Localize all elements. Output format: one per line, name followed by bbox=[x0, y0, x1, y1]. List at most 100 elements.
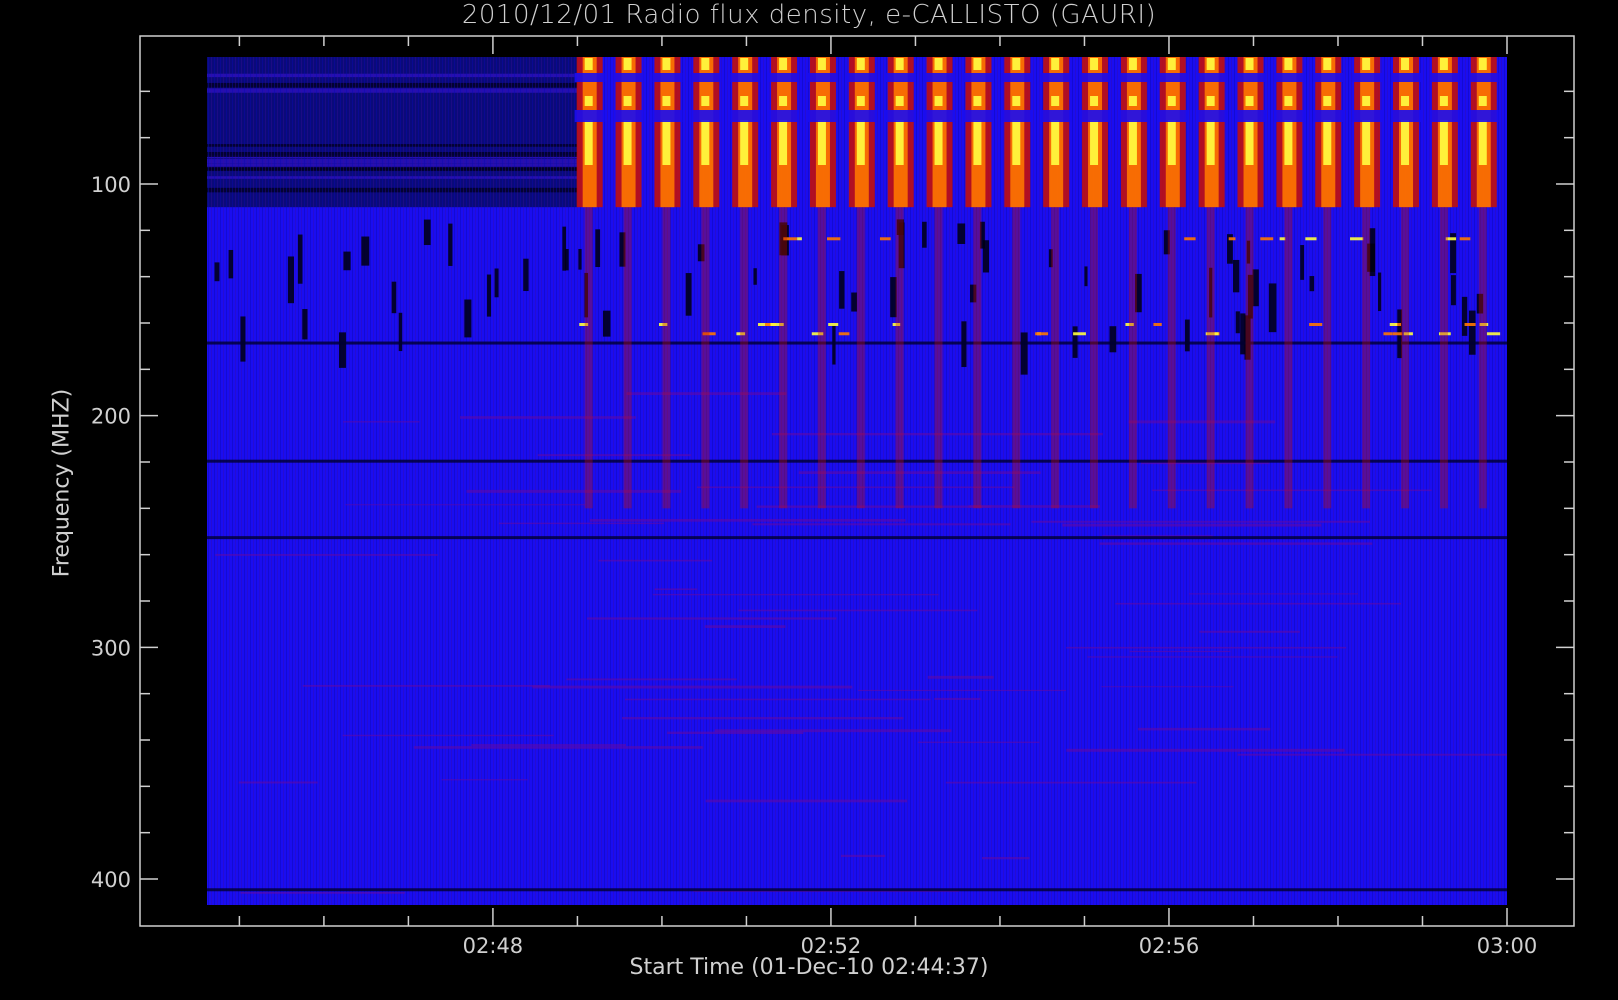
background-streak bbox=[1138, 727, 1271, 731]
background-streak bbox=[1199, 630, 1300, 633]
burst-peak bbox=[934, 58, 943, 70]
burst-peak bbox=[1245, 120, 1254, 165]
burst-gap bbox=[1274, 73, 1305, 82]
burst-gap bbox=[769, 73, 800, 82]
background-streak bbox=[471, 744, 626, 746]
y-axis-label: Frequency (MHZ) bbox=[49, 388, 75, 578]
burst-gap bbox=[924, 73, 955, 82]
background-streak bbox=[342, 734, 554, 737]
burst-gap bbox=[1313, 73, 1344, 82]
burst-gap bbox=[1041, 73, 1072, 82]
rfi-dark-mark bbox=[361, 236, 370, 266]
burst-gap bbox=[1080, 110, 1111, 122]
plot-svg: 02:48 02:52 02:56 03:00100200300400 bbox=[91, 35, 1575, 958]
rfi-dark-mark bbox=[1235, 311, 1240, 334]
burst-gap bbox=[1002, 73, 1033, 82]
rfi-dark-mark bbox=[753, 268, 757, 285]
burst-peak bbox=[1167, 120, 1176, 165]
burst-gap bbox=[885, 110, 916, 122]
rfi-dark-mark bbox=[922, 221, 927, 248]
burst-gap bbox=[1468, 110, 1499, 122]
burst-trail bbox=[1323, 207, 1332, 509]
burst-gap bbox=[1002, 110, 1033, 122]
rfi-dark-mark bbox=[464, 299, 472, 338]
burst-gap bbox=[1157, 110, 1188, 122]
rfi-dark-mark bbox=[486, 274, 492, 317]
rfi-dark-mark bbox=[1268, 283, 1277, 333]
burst-gap bbox=[924, 110, 955, 122]
rfi-dark-mark bbox=[287, 256, 294, 304]
burst-gap bbox=[691, 73, 722, 82]
rfi-dark-mark bbox=[1109, 326, 1117, 353]
burst-gap bbox=[963, 73, 994, 82]
y-tick-label: 100 bbox=[91, 173, 131, 197]
burst-trail bbox=[973, 207, 982, 509]
burst-gap bbox=[1080, 73, 1111, 82]
rfi-dark-mark bbox=[1461, 296, 1468, 336]
rfi-dark-mark bbox=[240, 316, 246, 362]
rfi-bright-spot bbox=[879, 237, 891, 241]
burst-peak bbox=[779, 58, 788, 70]
rfi-bright-spot bbox=[1486, 332, 1501, 336]
burst-peak bbox=[1362, 58, 1371, 70]
background-streak bbox=[598, 559, 713, 562]
burst-peak bbox=[895, 96, 904, 106]
burst-gap bbox=[1235, 110, 1266, 122]
burst-gap bbox=[1274, 110, 1305, 122]
burst-peak bbox=[1478, 120, 1487, 165]
burst-trail bbox=[1284, 207, 1293, 509]
burst-trail bbox=[856, 207, 865, 509]
burst-trail bbox=[1401, 207, 1410, 509]
rfi-bright-spot bbox=[1228, 237, 1236, 241]
rfi-dark-mark bbox=[398, 312, 403, 352]
rfi-dark-mark bbox=[602, 310, 611, 337]
rfi-dark-mark bbox=[957, 223, 966, 244]
background-streak bbox=[798, 471, 1041, 474]
dark-freq-line bbox=[207, 888, 1507, 892]
burst-trail bbox=[1439, 207, 1448, 509]
burst-peak bbox=[779, 120, 788, 165]
burst-trail bbox=[1245, 207, 1254, 509]
burst-trail bbox=[817, 207, 826, 509]
rfi-dark-mark bbox=[448, 223, 453, 266]
burst-gap bbox=[807, 73, 838, 82]
burst-trail bbox=[584, 207, 593, 509]
background-streak bbox=[756, 505, 991, 508]
background-streak bbox=[1066, 748, 1345, 752]
burst-peak bbox=[1478, 96, 1487, 106]
burst-trail bbox=[1167, 207, 1176, 509]
burst-peak bbox=[973, 96, 982, 106]
rfi-dark-mark bbox=[214, 262, 220, 282]
burst-peak bbox=[934, 96, 943, 106]
burst-gap bbox=[574, 110, 605, 122]
rfi-dark-mark bbox=[1232, 259, 1240, 293]
burst-peak bbox=[1090, 58, 1099, 70]
burst-peak bbox=[1206, 96, 1215, 106]
y-tick-label: 300 bbox=[91, 636, 131, 660]
burst-gap bbox=[885, 73, 916, 82]
rfi-dark-mark bbox=[562, 226, 567, 271]
background-streak bbox=[587, 617, 837, 620]
background-streak bbox=[302, 684, 551, 687]
rfi-bright-spot bbox=[797, 237, 802, 241]
y-tick-label: 200 bbox=[91, 405, 131, 429]
burst-peak bbox=[856, 96, 865, 106]
burst-peak bbox=[662, 96, 671, 106]
dark-freq-line bbox=[207, 536, 1507, 540]
burst-peak bbox=[1284, 120, 1293, 165]
rfi-bright-spot bbox=[1153, 323, 1162, 326]
burst-gap bbox=[1118, 110, 1149, 122]
burst-peak bbox=[584, 58, 593, 70]
burst-trail bbox=[1090, 207, 1099, 509]
rfi-dark-mark bbox=[839, 271, 845, 309]
background-streak bbox=[858, 689, 1066, 692]
burst-gap bbox=[1041, 110, 1072, 122]
burst-peak bbox=[1401, 120, 1410, 165]
burst-gap bbox=[807, 110, 838, 122]
burst-gap bbox=[730, 73, 761, 82]
rfi-bright-spot bbox=[1350, 237, 1364, 241]
rfi-dark-mark bbox=[391, 281, 397, 314]
background-streak bbox=[752, 523, 1011, 526]
background-streak bbox=[1129, 650, 1231, 653]
burst-trail bbox=[701, 207, 710, 509]
